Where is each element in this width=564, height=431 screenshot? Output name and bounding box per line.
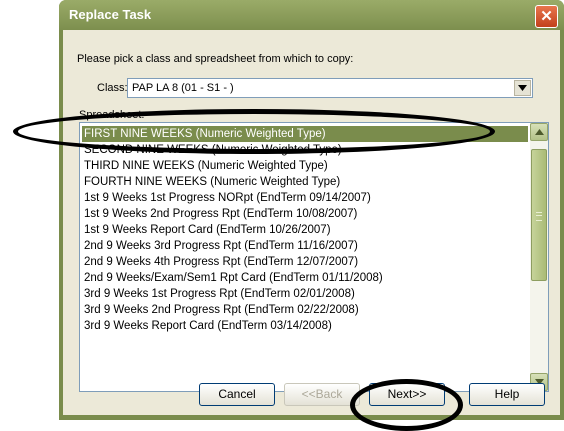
class-dropdown[interactable]: PAP LA 8 (01 - S1 - )	[127, 78, 533, 98]
list-item[interactable]: 2nd 9 Weeks 3rd Progress Rpt (EndTerm 11…	[82, 238, 528, 254]
close-button[interactable]: ✕	[535, 5, 558, 28]
list-item[interactable]: 3rd 9 Weeks Report Card (EndTerm 03/14/2…	[82, 318, 528, 334]
list-item[interactable]: 1st 9 Weeks 1st Progress NORpt (EndTerm …	[82, 190, 528, 206]
scroll-up-button[interactable]	[530, 123, 548, 141]
highlight-ellipse-next-button	[350, 379, 463, 431]
list-item[interactable]: 2nd 9 Weeks/Exam/Sem1 Rpt Card (EndTerm …	[82, 270, 528, 286]
spreadsheet-list[interactable]: FIRST NINE WEEKS (Numeric Weighted Type)…	[79, 122, 549, 392]
class-label: Class:	[97, 82, 128, 94]
help-button[interactable]: Help	[469, 383, 545, 406]
highlight-ellipse-list-item	[13, 109, 495, 154]
cancel-button[interactable]: Cancel	[199, 383, 275, 406]
window-title: Replace Task	[69, 7, 152, 22]
scroll-up-icon	[535, 129, 544, 135]
list-item[interactable]: FOURTH NINE WEEKS (Numeric Weighted Type…	[82, 174, 528, 190]
dropdown-button[interactable]	[514, 80, 531, 96]
scroll-thumb[interactable]	[531, 149, 547, 281]
list-item[interactable]: 1st 9 Weeks 2nd Progress Rpt (EndTerm 10…	[82, 206, 528, 222]
dialog-body: Please pick a class and spreadsheet from…	[63, 30, 560, 415]
list-item[interactable]: THIRD NINE WEEKS (Numeric Weighted Type)	[82, 158, 528, 174]
class-dropdown-value: PAP LA 8 (01 - S1 - )	[132, 82, 234, 94]
replace-task-dialog: Replace Task ✕ Please pick a class and s…	[59, 0, 564, 420]
list-item[interactable]: 3rd 9 Weeks 2nd Progress Rpt (EndTerm 02…	[82, 302, 528, 318]
title-bar[interactable]: Replace Task ✕	[59, 0, 564, 30]
list-scrollbar[interactable]	[530, 123, 548, 391]
list-item[interactable]: 3rd 9 Weeks 1st Progress Rpt (EndTerm 02…	[82, 286, 528, 302]
back-button[interactable]: <<Back	[284, 383, 360, 406]
list-item[interactable]: 1st 9 Weeks Report Card (EndTerm 10/26/2…	[82, 222, 528, 238]
list-item[interactable]: 2nd 9 Weeks 4th Progress Rpt (EndTerm 12…	[82, 254, 528, 270]
instruction-text: Please pick a class and spreadsheet from…	[77, 53, 354, 65]
chevron-down-icon	[518, 85, 527, 91]
close-icon: ✕	[540, 8, 553, 25]
